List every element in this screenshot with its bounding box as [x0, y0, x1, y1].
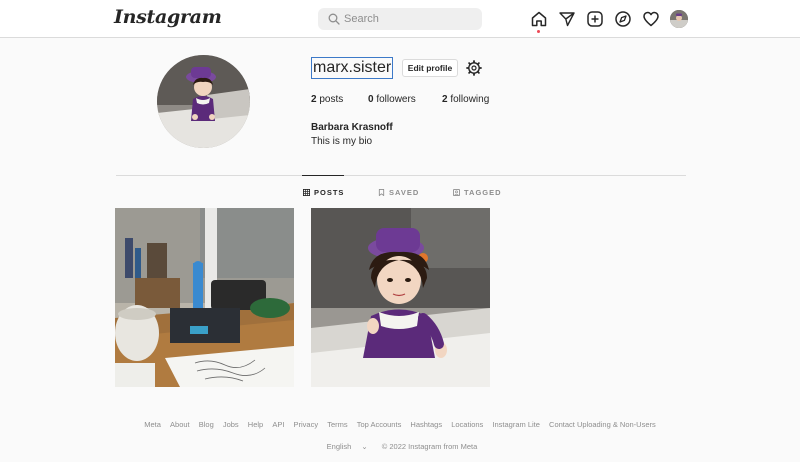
direct-message-icon[interactable]: [558, 10, 576, 28]
tab-tagged[interactable]: TAGGED: [453, 188, 502, 197]
tabs-divider: [116, 175, 686, 176]
profile-username: marx.sister: [311, 57, 394, 79]
tab-saved-label: SAVED: [389, 188, 420, 197]
search-icon: [328, 13, 340, 25]
language-label: English: [326, 442, 352, 451]
footer-bottom: English ⌄ © 2022 Instagram from Meta: [0, 442, 800, 451]
top-navigation-bar: Instagram: [0, 0, 800, 38]
search-box[interactable]: [318, 8, 482, 30]
chevron-down-icon: ⌄: [361, 442, 368, 451]
tag-icon: [453, 189, 460, 196]
stat-posts-label: posts: [319, 94, 344, 105]
footer-link-privacy[interactable]: Privacy: [294, 420, 319, 429]
footer-link-help[interactable]: Help: [248, 420, 263, 429]
footer-link-instagram-lite[interactable]: Instagram Lite: [492, 420, 540, 429]
doll-photo-image: [311, 208, 490, 387]
stat-followers-label: followers: [376, 94, 416, 105]
active-tab-indicator: [302, 175, 344, 176]
grid-icon: [303, 189, 310, 196]
stat-posts-count: 2: [311, 94, 317, 105]
notification-dot: [537, 30, 540, 33]
copyright-text: © 2022 Instagram from Meta: [381, 442, 478, 451]
avatar-thumbnail-image: [670, 10, 688, 28]
profile-full-name: Barbara Krasnoff: [311, 122, 393, 133]
tab-posts-label: POSTS: [314, 188, 345, 197]
stat-followers-count: 0: [368, 94, 374, 105]
post-thumbnail-2[interactable]: [311, 208, 490, 387]
language-selector[interactable]: English ⌄: [323, 442, 374, 451]
search-input[interactable]: [344, 10, 474, 28]
stat-following[interactable]: 2 following: [442, 94, 489, 105]
stat-following-count: 2: [442, 94, 448, 105]
tab-posts[interactable]: POSTS: [303, 188, 344, 197]
stat-followers[interactable]: 0 followers: [368, 94, 416, 105]
footer-link-jobs[interactable]: Jobs: [223, 420, 239, 429]
instagram-logo[interactable]: Instagram: [114, 6, 222, 28]
stat-following-label: following: [450, 94, 490, 105]
tab-tagged-label: TAGGED: [464, 188, 502, 197]
bookmark-icon: [378, 189, 385, 196]
tab-saved[interactable]: SAVED: [378, 188, 419, 197]
profile-picture-image: [157, 55, 250, 148]
footer-link-contact-uploading[interactable]: Contact Uploading & Non-Users: [549, 420, 656, 429]
footer-link-locations[interactable]: Locations: [451, 420, 483, 429]
profile-bio: This is my bio: [311, 136, 373, 147]
desk-photo-image: [115, 208, 294, 387]
footer-link-terms[interactable]: Terms: [327, 420, 347, 429]
footer-links: Meta About Blog Jobs Help API Privacy Te…: [0, 420, 800, 429]
activity-heart-icon[interactable]: [642, 10, 660, 28]
settings-gear-icon[interactable]: [466, 60, 482, 76]
profile-picture[interactable]: [157, 55, 250, 148]
footer-link-api[interactable]: API: [272, 420, 284, 429]
footer-link-blog[interactable]: Blog: [199, 420, 214, 429]
profile-avatar-small[interactable]: [670, 10, 688, 28]
footer-link-hashtags[interactable]: Hashtags: [410, 420, 442, 429]
explore-compass-icon[interactable]: [614, 10, 632, 28]
footer-link-about[interactable]: About: [170, 420, 190, 429]
edit-profile-button[interactable]: Edit profile: [402, 59, 458, 77]
new-post-icon[interactable]: [586, 10, 604, 28]
footer-link-top-accounts[interactable]: Top Accounts: [357, 420, 402, 429]
footer-link-meta[interactable]: Meta: [144, 420, 161, 429]
stat-posts: 2 posts: [311, 94, 343, 105]
home-icon[interactable]: [530, 10, 548, 28]
post-thumbnail-1[interactable]: [115, 208, 294, 387]
